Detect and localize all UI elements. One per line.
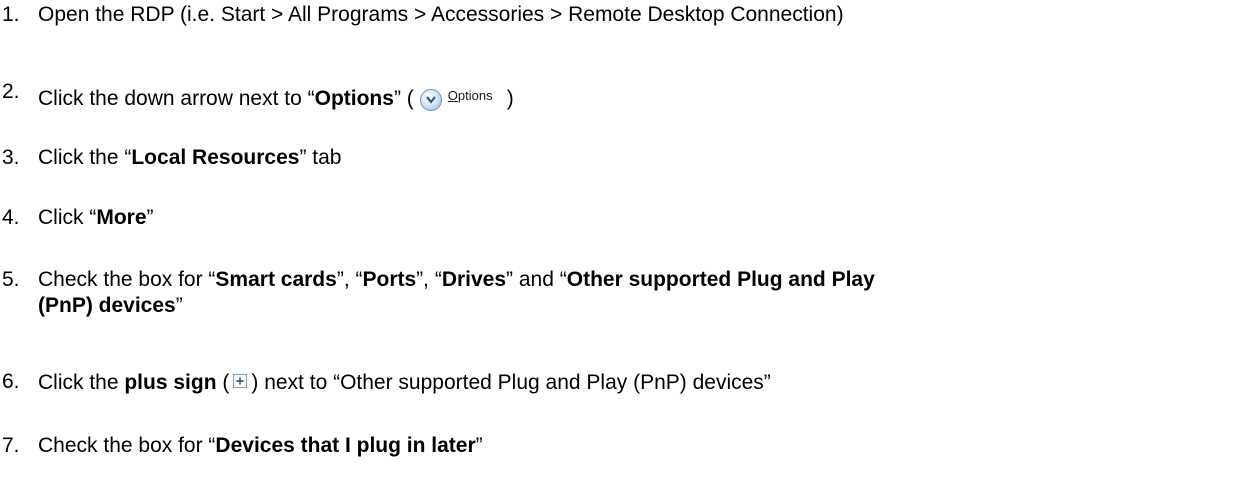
step-number: 5. [2,268,20,291]
step-number: 1. [2,3,20,26]
step-text: Click “More” [38,206,154,229]
step-text: Click the plus sign () next to “Other su… [38,369,771,394]
options-button-image: Options [414,79,505,117]
plus-box-icon [233,369,248,388]
step-text: Click the down arrow next to “Options” (… [38,79,1220,117]
step-number: 2. [2,80,20,103]
devices-later-term: Devices that I plug in later [215,434,476,457]
chevron-down-icon [419,89,442,111]
step-number: 6. [2,370,20,393]
options-button-label: Options [447,88,493,103]
step-text: Check the box for “Devices that I plug i… [38,434,483,457]
step-text: Open the RDP (i.e. Start > All Programs … [38,3,844,26]
ports-term: Ports [362,268,417,291]
step-text: Click the “Local Resources” tab [38,146,342,169]
more-term: More [96,206,147,229]
step-text: Check the box for “Smart cards”, “Ports”… [38,268,875,317]
pnp-devices-term-cont: (PnP) devices [38,294,176,317]
step-number: 4. [2,206,20,229]
step-number: 3. [2,146,20,169]
local-resources-term: Local Resources [131,146,300,169]
pnp-devices-term: Other supported Plug and Play [566,268,875,291]
step-number: 7. [2,434,20,457]
drives-term: Drives [441,268,507,291]
smart-cards-term: Smart cards [215,268,337,291]
plus-sign-term: plus sign [124,371,217,394]
options-term: Options [314,87,394,110]
